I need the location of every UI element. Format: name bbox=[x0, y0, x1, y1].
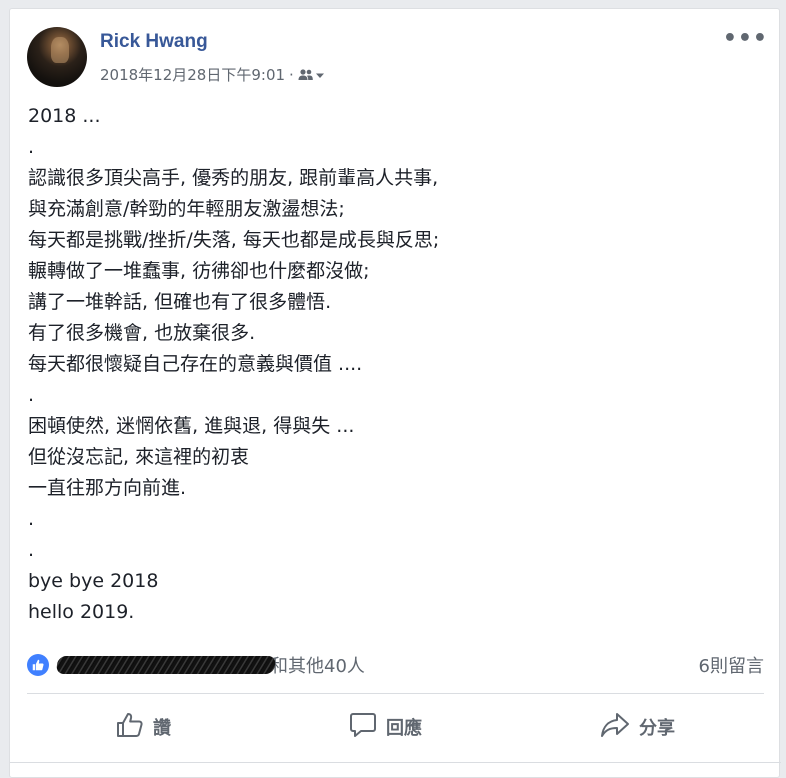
post-line: 輾轉做了一堆蠢事, 彷彿卻也什麼都沒做; bbox=[28, 260, 370, 282]
post-line: hello 2019. bbox=[28, 601, 135, 623]
post-line: . bbox=[28, 508, 35, 530]
post-line: . bbox=[28, 136, 35, 158]
post-line: 講了一堆幹話, 但確也有了很多體悟. bbox=[28, 291, 332, 313]
comment-label: 回應 bbox=[386, 718, 422, 739]
action-bar: 讚 回應 分享 bbox=[27, 707, 764, 747]
post-line: bye bye 2018 bbox=[28, 570, 159, 592]
post-line: . bbox=[28, 539, 35, 561]
post-meta: 2018年12月28日下午9:01 · bbox=[100, 64, 327, 85]
post-card: Rick Hwang 2018年12月28日下午9:01 · ••• 2018 … bbox=[9, 8, 781, 778]
post-body: 2018 ... . 認識很多頂尖高手, 優秀的朋友, 跟前輩高人共事, 與充滿… bbox=[28, 101, 768, 628]
post-line: 但從沒忘記, 來這裡的初衷 bbox=[28, 446, 250, 468]
like-button[interactable]: 讚 bbox=[116, 712, 171, 743]
like-label: 讚 bbox=[153, 718, 171, 739]
post-line: 一直往那方向前進. bbox=[28, 477, 187, 499]
thumbs-up-icon bbox=[116, 712, 144, 743]
reaction-summary[interactable]: 和其他40人 bbox=[270, 652, 365, 678]
meta-separator: · bbox=[289, 65, 294, 84]
post-line: . bbox=[28, 384, 35, 406]
divider bbox=[27, 693, 764, 694]
redacted-names bbox=[55, 656, 277, 674]
more-options-icon[interactable]: ••• bbox=[723, 28, 768, 50]
comment-icon bbox=[349, 711, 377, 744]
post-line: 認識很多頂尖高手, 優秀的朋友, 跟前輩高人共事, bbox=[28, 167, 439, 189]
author-name[interactable]: Rick Hwang bbox=[100, 31, 208, 53]
avatar[interactable] bbox=[27, 27, 87, 87]
share-label: 分享 bbox=[639, 718, 675, 739]
share-icon bbox=[600, 712, 630, 743]
comment-button[interactable]: 回應 bbox=[349, 711, 422, 744]
post-line: 有了很多機會, 也放棄很多. bbox=[28, 322, 256, 344]
post-line: 與充滿創意/幹勁的年輕朋友激盪想法; bbox=[28, 198, 345, 220]
share-button[interactable]: 分享 bbox=[600, 712, 675, 743]
reactions-bar: 和其他40人 6則留言 bbox=[27, 652, 764, 678]
post-timestamp[interactable]: 2018年12月28日下午9:01 bbox=[100, 64, 285, 85]
post-line: 困頓使然, 迷惘依舊, 進與退, 得與失 ... bbox=[28, 415, 355, 437]
friends-icon[interactable] bbox=[297, 68, 327, 82]
post-line: 每天都是挑戰/挫折/失落, 每天也都是成長與反思; bbox=[28, 229, 440, 251]
divider bbox=[10, 762, 781, 763]
post-line: 2018 ... bbox=[28, 105, 101, 127]
comment-count[interactable]: 6則留言 bbox=[699, 652, 764, 678]
post-line: 每天都很懷疑自己存在的意義與價值 .... bbox=[28, 353, 363, 375]
like-reaction-icon[interactable] bbox=[27, 654, 49, 676]
